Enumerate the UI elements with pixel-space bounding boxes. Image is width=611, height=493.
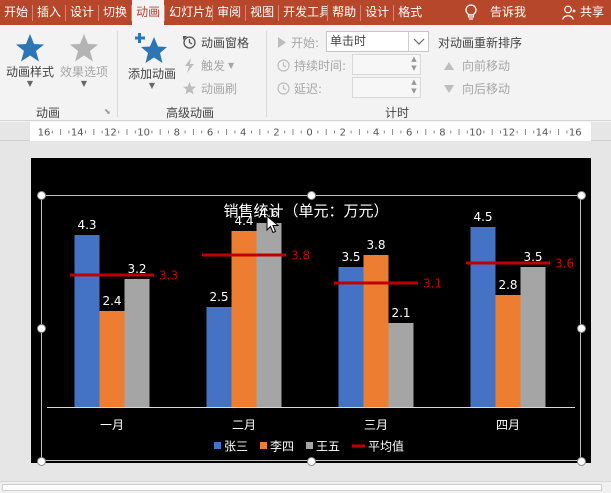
- resize-handle[interactable]: [36, 190, 46, 200]
- tab-3[interactable]: 切换: [99, 0, 131, 25]
- lightning-icon: [185, 58, 194, 73]
- clock-icon: [277, 82, 290, 95]
- group-label-animation: 动画: [35, 106, 60, 120]
- tab-11[interactable]: 格式: [394, 0, 426, 25]
- scrollbar-thumb[interactable]: [2, 484, 602, 491]
- ruler-label: 16: [569, 128, 582, 139]
- horizontal-scrollbar[interactable]: [0, 481, 611, 493]
- group-label-advanced: 高级动画: [165, 106, 214, 120]
- add-animation-button[interactable]: 添加动画 ▼: [124, 33, 180, 90]
- clock-icon: [277, 59, 290, 72]
- chevron-down-icon: ▼: [26, 79, 34, 88]
- ruler-label: 6: [406, 128, 412, 139]
- tab-1[interactable]: 插入: [33, 0, 65, 25]
- resize-handle[interactable]: [36, 323, 46, 333]
- ruler-label: 0: [306, 128, 312, 139]
- tab-9[interactable]: 帮助: [328, 0, 360, 25]
- ruler-label: 2: [273, 128, 279, 139]
- dialog-launcher-icon[interactable]: ⬊: [104, 107, 111, 116]
- duration-spinner[interactable]: ▲ ▼: [352, 54, 421, 75]
- ruler-label: 8: [174, 128, 180, 139]
- spinner-arrows-icon[interactable]: ▲ ▼: [408, 55, 420, 74]
- powerpoint-window: 开始插入设计切换动画幻灯片放映审阅视图开发工具帮助设计格式 告诉我 共享 动画样…: [0, 0, 611, 493]
- move-earlier-button[interactable]: 向前移动: [444, 57, 510, 74]
- ruler-label: 10: [137, 128, 150, 139]
- effect-options-button[interactable]: 效果选项 ▼: [58, 33, 110, 88]
- ruler-label: 8: [439, 128, 445, 139]
- tab-8[interactable]: 开发工具: [279, 0, 327, 25]
- share-button[interactable]: 共享: [580, 0, 604, 25]
- animation-pane-button[interactable]: 动画窗格: [182, 34, 249, 51]
- ruler-label: 6: [207, 128, 213, 139]
- resize-handle[interactable]: [576, 323, 586, 333]
- ruler-label: 4: [373, 128, 379, 139]
- ruler-label: 12: [104, 128, 117, 139]
- tab-2[interactable]: 设计: [66, 0, 98, 25]
- lightbulb-icon[interactable]: [464, 4, 478, 21]
- chevron-down-icon: ▼: [80, 79, 88, 88]
- duration-label: 持续时间:: [277, 57, 346, 74]
- resize-handle[interactable]: [306, 190, 316, 200]
- spinner-arrows-icon[interactable]: ▲ ▼: [408, 78, 420, 97]
- star-icon: [70, 34, 98, 62]
- delay-label: 延迟:: [277, 80, 322, 97]
- group-label-timing: 计时: [384, 106, 409, 120]
- ruler-label: 14: [71, 128, 84, 139]
- group-divider: [117, 31, 118, 117]
- trigger-button[interactable]: 触发 ▼: [182, 57, 234, 74]
- ruler-track: 16 14 12 10 8 6 4 2 0 2 4 6 8 10 12 14 16: [30, 122, 591, 141]
- ruler-label: 14: [536, 128, 549, 139]
- resize-handle[interactable]: [576, 190, 586, 200]
- mouse-cursor-icon: [266, 215, 280, 234]
- chart-selection-frame[interactable]: [41, 195, 581, 461]
- group-divider: [266, 31, 267, 117]
- animation-styles-button[interactable]: 动画样式 ▼: [4, 33, 56, 88]
- tab-6[interactable]: 审阅: [213, 0, 245, 25]
- ruler-label: 10: [469, 128, 482, 139]
- move-later-button[interactable]: 向后移动: [444, 80, 510, 97]
- resize-handle[interactable]: [576, 456, 586, 466]
- ruler-label: 16: [38, 128, 51, 139]
- triangle-down-icon: [444, 84, 454, 93]
- ruler-scale: 16 14 12 10 8 6 4 2 0 2 4 6 8 10 12 14 16: [38, 128, 582, 139]
- person-icon[interactable]: [562, 5, 576, 20]
- tab-0[interactable]: 开始: [0, 0, 32, 25]
- ruler-label: 4: [240, 128, 246, 139]
- tab-10[interactable]: 设计: [361, 0, 393, 25]
- ruler-label: 12: [502, 128, 515, 139]
- resize-handle[interactable]: [306, 456, 316, 466]
- chevron-down-icon: ▼: [228, 61, 235, 70]
- animation-painter-button[interactable]: 动画刷: [182, 80, 237, 97]
- triangle-up-icon: [444, 61, 454, 70]
- resize-handle[interactable]: [36, 456, 46, 466]
- tab-4[interactable]: 动画: [132, 0, 165, 25]
- animation-pane-icon: [183, 36, 196, 49]
- chevron-down-icon: ▼: [148, 81, 156, 90]
- delay-spinner[interactable]: ▲ ▼: [352, 77, 421, 98]
- tab-5[interactable]: 幻灯片放映: [165, 0, 212, 25]
- start-dropdown[interactable]: 单击时: [326, 31, 429, 52]
- ruler-label: 2: [340, 128, 346, 139]
- play-icon: [278, 37, 286, 48]
- ribbon-animations: 动画样式 ▼ 效果选项 ▼ 动画 ⬊ 添加动画 ▼ 动画窗格 触发 ▼ 动画刷 …: [0, 25, 611, 121]
- reorder-title: 对动画重新排序: [438, 36, 523, 50]
- slide-editing-area: 销售统计（单元：万元） 4.3 2.4 3.2 3.3 一月 2.5 4.4 4.6 3.8 二月 3…: [0, 141, 611, 493]
- chevron-down-icon[interactable]: [408, 32, 428, 51]
- tell-me-search[interactable]: 告诉我: [490, 0, 526, 25]
- star-icon: [16, 34, 44, 62]
- star-brush-icon: [183, 82, 196, 95]
- horizontal-ruler[interactable]: 16 14 12 10 8 6 4 2 0 2 4 6 8 10 12 14 16: [0, 122, 611, 141]
- tab-7[interactable]: 视图: [246, 0, 278, 25]
- add-star-icon: [135, 33, 167, 63]
- start-label: 开始:: [277, 34, 319, 51]
